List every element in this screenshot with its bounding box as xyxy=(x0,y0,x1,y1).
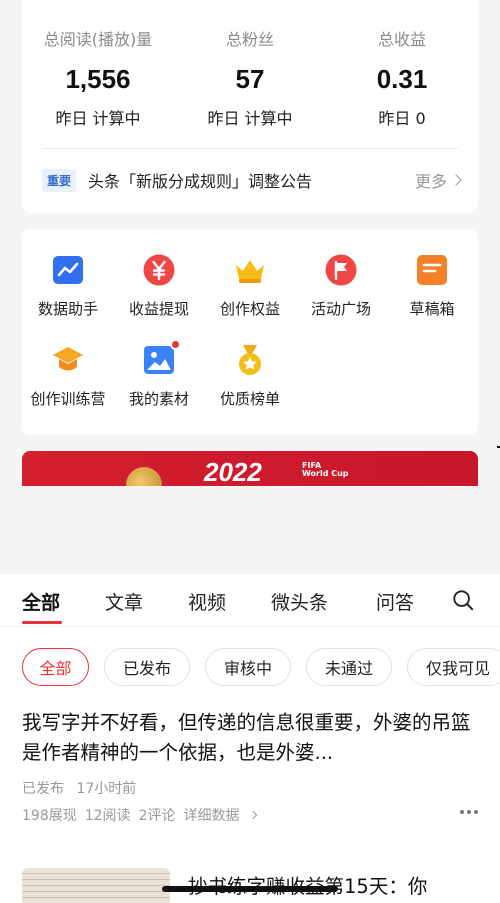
content-section: 全部 文章 视频 微头条 问答 全部 已发布 审核中 未通过 仅我可见 我写字并… xyxy=(0,574,500,903)
notice-bar[interactable]: 重要 头条「新版分成规则」调整公告 更多 xyxy=(42,166,462,194)
stat-label: 总收益 xyxy=(377,30,426,49)
stat-value: 0.31 xyxy=(376,64,428,94)
filter-chip-rejected[interactable]: 未通过 xyxy=(306,648,392,686)
tab-qa[interactable]: 问答 xyxy=(376,588,414,615)
detail-data-link[interactable]: 详细数据 xyxy=(183,805,264,825)
article-title[interactable]: 抄书练字赚收益第15天：你 xyxy=(188,870,427,899)
article-views: 198展现 xyxy=(22,808,77,824)
flag-icon xyxy=(325,254,357,286)
article-comments: 2评论 xyxy=(138,808,176,824)
tool-label: 草稿箱 xyxy=(409,300,455,318)
image-icon xyxy=(143,339,181,376)
filter-chip-reviewing[interactable]: 审核中 xyxy=(205,648,291,686)
tool-label: 优质榜单 xyxy=(219,390,280,408)
stats-card: 总阅读(播放)量 1,556 昨日 计算中 总粉丝 57 昨日 计算中 总收益 … xyxy=(22,0,478,213)
banner-sub-line2: World Cup xyxy=(302,469,349,478)
stat-total-reads[interactable]: 总阅读(播放)量 1,556 昨日 计算中 xyxy=(22,26,174,129)
stat-total-fans[interactable]: 总粉丝 57 昨日 计算中 xyxy=(174,26,326,129)
article-meta: 已发布 17小时前 xyxy=(22,778,144,798)
tools-card: 数据助手 收益提现 创作权益 活动广场 草稿箱 创作训练营 我的素材 优质榜单 xyxy=(22,229,478,435)
notification-dot xyxy=(170,339,181,350)
stat-sub: 昨日 计算中 xyxy=(207,109,293,128)
chevron-right-icon xyxy=(450,174,462,186)
more-link[interactable]: 更多 xyxy=(414,168,462,192)
detail-data-label: 详细数据 xyxy=(183,808,240,824)
crown-icon xyxy=(234,254,266,286)
tool-label: 我的素材 xyxy=(128,390,189,408)
banner-subtitle: FIFA World Cup xyxy=(302,462,349,478)
yen-icon xyxy=(143,254,175,286)
stat-sub: 昨日 计算中 xyxy=(55,109,141,128)
tool-quality-ranking[interactable]: 优质榜单 xyxy=(204,344,296,409)
tool-my-materials[interactable]: 我的素材 xyxy=(113,339,205,409)
stat-label: 总阅读(播放)量 xyxy=(43,30,153,49)
medal-icon xyxy=(234,344,266,376)
important-badge: 重要 xyxy=(42,168,77,192)
article-title[interactable]: 我写字并不好看，但传递的信息很重要，外婆的吊篮是作者精神的一个依据，也是外婆..… xyxy=(22,708,482,768)
tab-micro-posts[interactable]: 微头条 xyxy=(271,588,328,615)
world-cup-banner[interactable]: 2022 FIFA World Cup xyxy=(22,451,478,486)
graduation-cap-icon xyxy=(52,344,84,376)
stat-sub: 昨日 0 xyxy=(378,109,426,128)
tab-articles[interactable]: 文章 xyxy=(105,588,143,615)
divider xyxy=(0,626,500,627)
banner-year: 2022 xyxy=(204,457,262,486)
stat-value: 57 xyxy=(235,64,265,94)
chevron-right-icon xyxy=(249,810,258,820)
article-time: 17小时前 xyxy=(76,781,137,797)
filter-chip-published[interactable]: 已发布 xyxy=(104,648,190,686)
tool-label: 活动广场 xyxy=(310,300,371,318)
article-status: 已发布 xyxy=(22,781,64,797)
tool-label: 创作权益 xyxy=(219,300,280,318)
tool-creator-benefits[interactable]: 创作权益 xyxy=(204,254,296,319)
filter-chip-all[interactable]: 全部 xyxy=(22,648,89,686)
tool-data-assistant[interactable]: 数据助手 xyxy=(22,254,114,319)
tool-label: 收益提现 xyxy=(128,300,189,318)
more-options-icon[interactable] xyxy=(460,810,478,814)
tool-income-withdraw[interactable]: 收益提现 xyxy=(113,254,205,319)
active-tab-indicator xyxy=(22,621,62,624)
article-thumbnail[interactable] xyxy=(22,868,170,903)
tool-training-camp[interactable]: 创作训练营 xyxy=(22,344,114,409)
tool-drafts[interactable]: 草稿箱 xyxy=(386,254,478,319)
more-label: 更多 xyxy=(414,172,447,191)
stat-label: 总粉丝 xyxy=(225,30,274,49)
trophy-icon xyxy=(126,467,162,486)
filter-chip-private[interactable]: 仅我可见 xyxy=(407,648,500,686)
tab-all[interactable]: 全部 xyxy=(22,588,60,615)
stat-value: 1,556 xyxy=(65,64,131,94)
article-stats: 198展现 12阅读 2评论 详细数据 xyxy=(22,805,272,825)
tool-label: 创作训练营 xyxy=(30,390,106,408)
draft-icon xyxy=(416,254,448,286)
stat-total-income[interactable]: 总收益 0.31 昨日 0 xyxy=(326,26,478,129)
tab-videos[interactable]: 视频 xyxy=(188,588,226,615)
divider xyxy=(42,148,458,149)
chart-icon xyxy=(52,254,84,286)
article-reads: 12阅读 xyxy=(84,808,131,824)
search-icon[interactable] xyxy=(452,589,474,611)
content-tabs: 全部 文章 视频 微头条 问答 xyxy=(0,574,500,627)
home-indicator[interactable] xyxy=(162,886,338,892)
tool-label: 数据助手 xyxy=(37,300,98,318)
tool-activity-square[interactable]: 活动广场 xyxy=(295,254,387,319)
notice-text[interactable]: 头条「新版分成规则」调整公告 xyxy=(88,168,415,192)
